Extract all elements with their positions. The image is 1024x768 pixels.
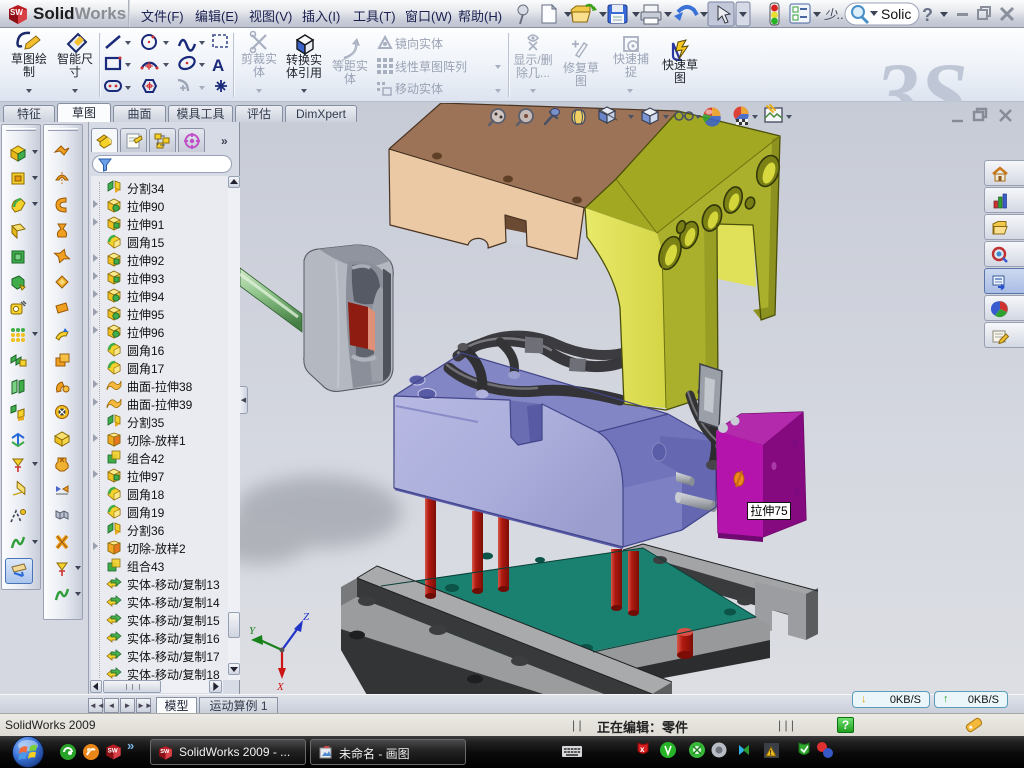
svg-text:SW: SW [10, 8, 23, 17]
svg-text:x: x [640, 745, 645, 754]
svg-text:Z: Z [303, 611, 310, 623]
svg-text:SW: SW [108, 747, 118, 754]
svg-text:Y: Y [249, 625, 257, 637]
svg-text:A: A [212, 56, 224, 75]
svg-text:SW: SW [160, 749, 170, 755]
svg-text:Solic: Solic [881, 6, 911, 22]
svg-text:X: X [276, 681, 285, 693]
svg-text:?: ? [922, 5, 933, 25]
svg-text:!: ! [770, 750, 772, 757]
svg-text:少..: 少.. [824, 7, 844, 22]
svg-text:3S: 3S [874, 46, 968, 102]
